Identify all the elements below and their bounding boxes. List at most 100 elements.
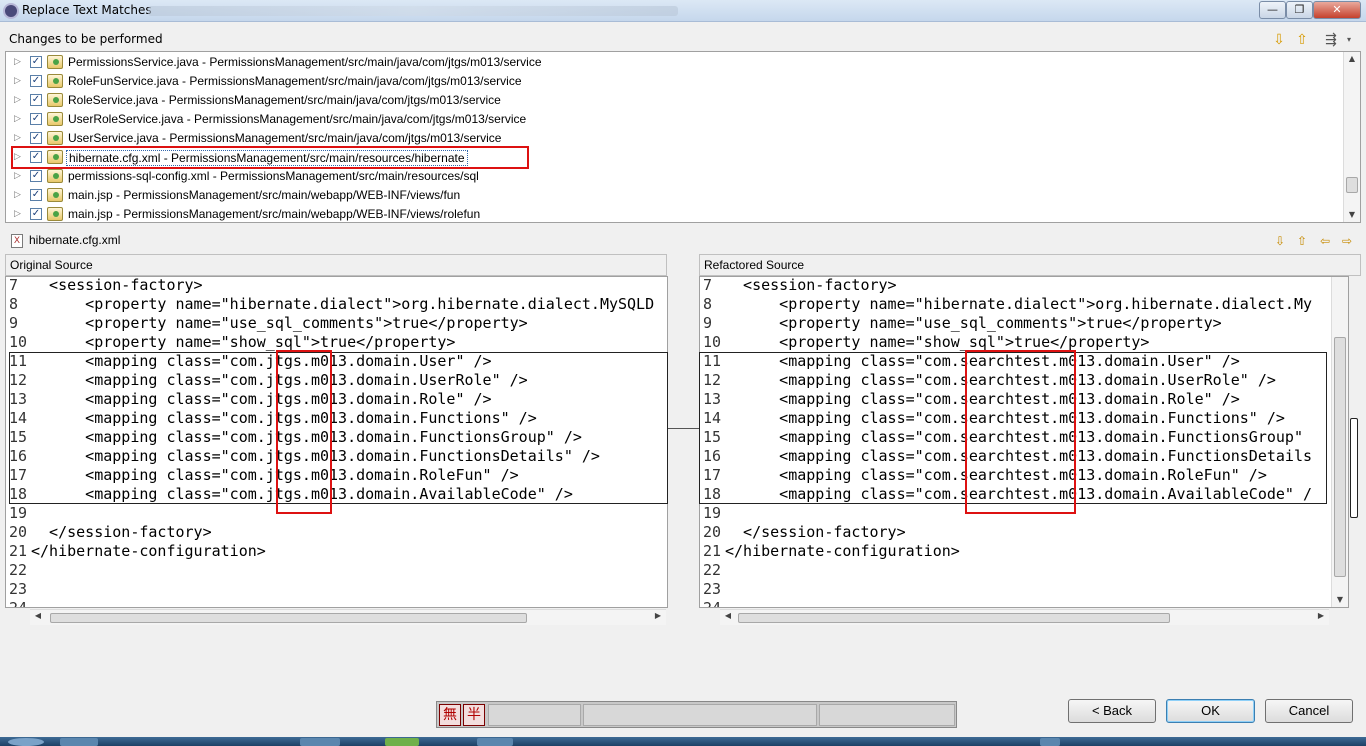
line-number: 23 bbox=[9, 580, 28, 598]
expand-arrow-icon[interactable]: ▷ bbox=[14, 208, 21, 219]
scroll-down-icon[interactable]: ▼ bbox=[1344, 208, 1360, 222]
expand-arrow-icon[interactable]: ▷ bbox=[14, 132, 21, 143]
tray-icon[interactable] bbox=[1040, 738, 1060, 746]
change-checkbox[interactable]: ✓ bbox=[30, 75, 42, 87]
change-checkbox[interactable]: ✓ bbox=[30, 208, 42, 220]
change-tree-item[interactable]: ▷ ✓ permissions-sql-config.xml - Permissio… bbox=[6, 167, 1341, 186]
line-number: 24 bbox=[9, 599, 28, 608]
code-text: <session-factory> bbox=[31, 276, 203, 294]
code-line: 9 <property name="use_sql_comments">true… bbox=[700, 314, 1348, 333]
taskbar-item[interactable] bbox=[300, 738, 340, 746]
line-number: 17 bbox=[9, 466, 28, 484]
refactored-horizontal-scrollbar[interactable]: ◀ ▶ bbox=[720, 609, 1329, 625]
expand-arrow-icon[interactable]: ▷ bbox=[14, 75, 21, 86]
maximize-button[interactable]: ❐ bbox=[1286, 1, 1313, 19]
previous-change-icon[interactable]: ⇧ bbox=[1294, 32, 1310, 48]
line-number: 16 bbox=[9, 447, 28, 465]
taskbar-item[interactable] bbox=[385, 738, 419, 746]
line-number: 21 bbox=[9, 542, 28, 560]
change-tree-item[interactable]: ▷ ✓ main.jsp - PermissionsManagement/src/m… bbox=[6, 186, 1341, 205]
refactored-source-pane[interactable]: 7 <session-factory> 8 <property name="hib… bbox=[699, 276, 1349, 608]
original-scroll-left-icon[interactable]: ◀ bbox=[32, 611, 44, 620]
file-change-icon bbox=[47, 112, 63, 126]
taskbar-item[interactable] bbox=[60, 738, 98, 746]
refactored-scroll-right-icon[interactable]: ▶ bbox=[1315, 611, 1327, 620]
change-tree-item[interactable]: ▷ ✓ UserService.java - PermissionsManageme… bbox=[6, 129, 1341, 148]
copy-right-icon[interactable]: ⇨ bbox=[1339, 233, 1355, 249]
expand-arrow-icon[interactable]: ▷ bbox=[14, 56, 21, 67]
code-text: </hibernate-configuration> bbox=[31, 542, 266, 560]
code-text: </session-factory> bbox=[725, 523, 906, 541]
line-number: 14 bbox=[9, 409, 28, 427]
refactored-scroll-thumb[interactable] bbox=[1334, 337, 1346, 577]
file-change-icon bbox=[47, 169, 63, 183]
filter-menu-icon[interactable]: ⇶ bbox=[1323, 32, 1339, 48]
change-item-label: hibernate.cfg.xml - PermissionsManagemen… bbox=[66, 150, 468, 166]
ok-button[interactable]: OK bbox=[1166, 699, 1255, 723]
change-checkbox[interactable]: ✓ bbox=[30, 94, 42, 106]
change-tree-item[interactable]: ▷ ✓ PermissionsService.java - PermissionsM… bbox=[6, 53, 1341, 72]
ime-mode-key[interactable]: 無 bbox=[439, 704, 461, 726]
change-tree-item[interactable]: ▷ ✓ UserRoleService.java - PermissionsMana… bbox=[6, 110, 1341, 129]
change-tree-item[interactable]: ▷ ✓ RoleFunService.java - PermissionsManag… bbox=[6, 72, 1341, 91]
line-number: 24 bbox=[703, 599, 722, 608]
change-checkbox[interactable]: ✓ bbox=[30, 189, 42, 201]
change-tree-item[interactable]: ▷ ✓ main.jsp - PermissionsManagement/src/m… bbox=[6, 205, 1341, 224]
refactored-hscroll-thumb[interactable] bbox=[738, 613, 1170, 623]
change-checkbox[interactable]: ✓ bbox=[30, 151, 42, 163]
original-source-header: Original Source bbox=[5, 254, 667, 276]
change-checkbox[interactable]: ✓ bbox=[30, 132, 42, 144]
compare-file-bar: X hibernate.cfg.xml ⇩ ⇧ ⇦ ⇨ bbox=[5, 229, 1361, 253]
change-tree-item[interactable]: ▷ ✓ RoleService.java - PermissionsManageme… bbox=[6, 91, 1341, 110]
next-difference-icon[interactable]: ⇩ bbox=[1272, 233, 1288, 249]
line-number: 8 bbox=[703, 295, 713, 313]
original-source-label: Original Source bbox=[10, 258, 93, 272]
original-hscroll-thumb[interactable] bbox=[50, 613, 527, 623]
file-change-icon bbox=[47, 188, 63, 202]
start-button[interactable] bbox=[8, 738, 44, 746]
original-source-pane[interactable]: 7 <session-factory> 8 <property name="hib… bbox=[5, 276, 668, 608]
line-number: 9 bbox=[9, 314, 19, 332]
changes-tree[interactable]: ▷ ✓ PermissionsService.java - PermissionsM… bbox=[5, 51, 1361, 223]
expand-arrow-icon[interactable]: ▷ bbox=[14, 189, 21, 200]
change-checkbox[interactable]: ✓ bbox=[30, 56, 42, 68]
tree-scroll-thumb[interactable] bbox=[1346, 177, 1358, 193]
refactored-scroll-down-icon[interactable]: ▼ bbox=[1332, 593, 1348, 607]
file-change-icon bbox=[47, 55, 63, 69]
change-checkbox[interactable]: ✓ bbox=[30, 170, 42, 182]
copy-left-icon[interactable]: ⇦ bbox=[1317, 233, 1333, 249]
ime-width-key[interactable]: 半 bbox=[463, 704, 485, 726]
code-text: <mapping class="com.jtgs.m013.domain.Rol… bbox=[31, 466, 519, 484]
line-number: 11 bbox=[703, 352, 722, 370]
code-line: 21 </hibernate-configuration> bbox=[6, 542, 667, 561]
code-line: 19 bbox=[6, 504, 667, 523]
expand-arrow-icon[interactable]: ▷ bbox=[14, 113, 21, 124]
original-horizontal-scrollbar[interactable]: ◀ ▶ bbox=[30, 609, 666, 625]
refactored-scroll-left-icon[interactable]: ◀ bbox=[722, 611, 734, 620]
back-button[interactable]: < Back bbox=[1068, 699, 1156, 723]
change-item-label: UserRoleService.java - PermissionsManage… bbox=[68, 112, 527, 126]
line-number: 11 bbox=[9, 352, 28, 370]
minimize-button[interactable]: — bbox=[1259, 1, 1286, 19]
expand-arrow-icon[interactable]: ▷ bbox=[14, 94, 21, 105]
refactored-vertical-scrollbar[interactable]: ▼ bbox=[1331, 277, 1348, 607]
original-scroll-right-icon[interactable]: ▶ bbox=[652, 611, 664, 620]
tree-vertical-scrollbar[interactable]: ▲ ▼ bbox=[1343, 52, 1360, 222]
code-text: <property name="hibernate.dialect">org.h… bbox=[725, 295, 1312, 313]
change-tree-item[interactable]: ▷ ✓ hibernate.cfg.xml - PermissionsManagem… bbox=[6, 148, 1341, 167]
expand-arrow-icon[interactable]: ▷ bbox=[14, 151, 21, 162]
close-button[interactable]: ✕ bbox=[1313, 1, 1361, 19]
line-number: 12 bbox=[9, 371, 28, 389]
scroll-up-icon[interactable]: ▲ bbox=[1344, 52, 1360, 66]
dropdown-arrow-icon[interactable]: ▾ bbox=[1341, 32, 1357, 48]
cancel-button[interactable]: Cancel bbox=[1265, 699, 1353, 723]
next-change-icon[interactable]: ⇩ bbox=[1271, 32, 1287, 48]
file-change-icon bbox=[47, 131, 63, 145]
expand-arrow-icon[interactable]: ▷ bbox=[14, 170, 21, 181]
line-number: 20 bbox=[703, 523, 722, 541]
change-checkbox[interactable]: ✓ bbox=[30, 113, 42, 125]
taskbar-item[interactable] bbox=[477, 738, 513, 746]
line-number: 14 bbox=[703, 409, 722, 427]
code-text: <property name="use_sql_comments">true</… bbox=[31, 314, 528, 332]
previous-difference-icon[interactable]: ⇧ bbox=[1294, 233, 1310, 249]
